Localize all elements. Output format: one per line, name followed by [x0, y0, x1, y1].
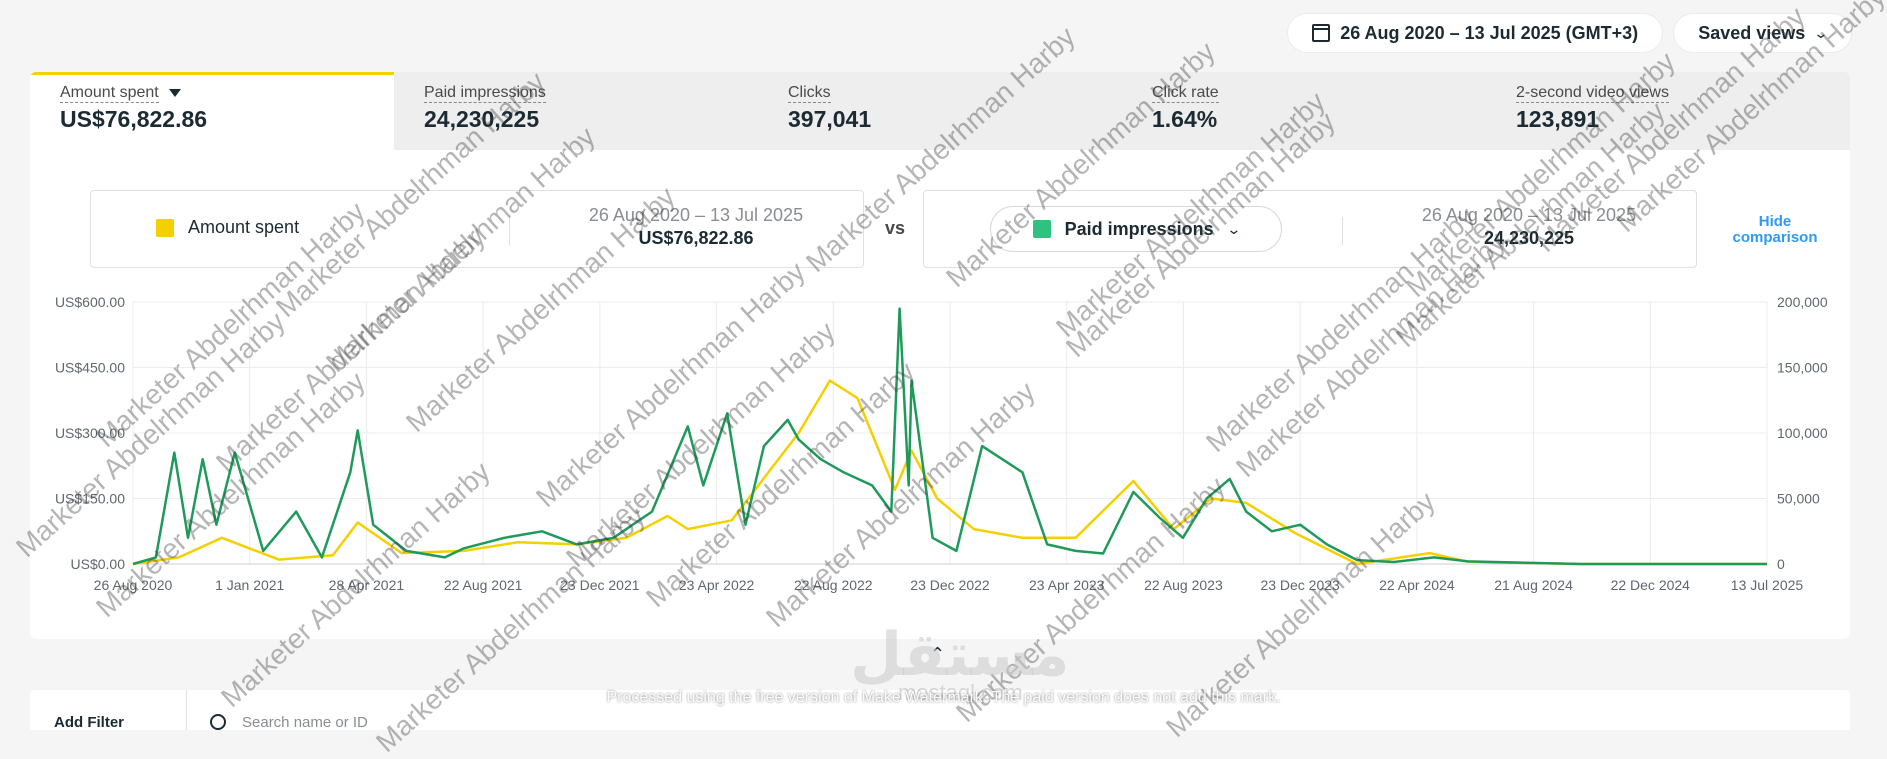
y-left-tick-label: US$600.00 [55, 294, 125, 310]
top-controls: 26 Aug 2020 – 13 Jul 2025 (GMT+3) Saved … [1288, 14, 1851, 52]
x-tick-label: 23 Dec 2022 [910, 577, 990, 593]
performance-card: Amount spent US$76,822.86 Paid impressio… [30, 72, 1850, 639]
performance-chart: US$0.00 0 US$150.00 50,000 US$300.00 100,000 U… [55, 294, 1828, 593]
y-left-tick-label: US$150.00 [55, 491, 125, 507]
x-tick-label: 23 Dec 2023 [1260, 577, 1340, 593]
date-range-picker[interactable]: 26 Aug 2020 – 13 Jul 2025 (GMT+3) [1288, 14, 1663, 52]
calendar-icon [1312, 24, 1331, 42]
y-right-tick-label: 50,000 [1777, 491, 1820, 507]
saved-views-label: Saved views [1698, 22, 1806, 43]
y-left-tick-label: US$300.00 [55, 425, 125, 441]
saved-views-button[interactable]: Saved views ⌄ [1674, 14, 1851, 52]
x-tick-label: 1 Jan 2021 [215, 577, 284, 593]
search-icon [210, 714, 226, 730]
x-tick-label: 13 Jul 2025 [1731, 577, 1804, 593]
x-tick-label: 23 Apr 2022 [679, 577, 755, 593]
date-range-label: 26 Aug 2020 – 13 Jul 2025 (GMT+3) [1340, 22, 1639, 43]
y-right-tick-label: 0 [1777, 556, 1785, 572]
x-tick-label: 28 Apr 2021 [329, 577, 405, 593]
x-tick-label: 22 Apr 2024 [1379, 577, 1455, 593]
x-tick-label: 22 Dec 2024 [1611, 577, 1691, 593]
watermark-notice: Processed using the free version of Make… [606, 689, 1281, 706]
chevron-down-icon: ⌄ [1813, 24, 1829, 41]
search-input[interactable]: Search name or ID [242, 714, 368, 731]
y-right-tick-label: 200,000 [1777, 294, 1828, 310]
y-left-tick-label: US$450.00 [55, 360, 125, 376]
x-tick-label: 22 Aug 2022 [794, 577, 873, 593]
y-left-tick-label: US$0.00 [71, 556, 126, 572]
x-tick-label: 23 Apr 2023 [1029, 577, 1105, 593]
x-tick-label: 21 Aug 2024 [1494, 577, 1573, 593]
x-tick-label: 22 Aug 2023 [1144, 577, 1223, 593]
x-tick-label: 26 Aug 2020 [94, 577, 173, 593]
add-filter-button[interactable]: Add Filter [54, 714, 124, 731]
y-right-tick-label: 150,000 [1777, 360, 1828, 376]
x-tick-label: 22 Aug 2021 [444, 577, 523, 593]
y-right-tick-label: 100,000 [1777, 425, 1828, 441]
x-tick-label: 23 Dec 2021 [560, 577, 640, 593]
